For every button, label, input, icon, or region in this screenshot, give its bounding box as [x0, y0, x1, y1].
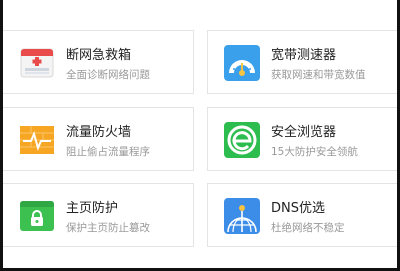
- window-frame: [0, 0, 400, 271]
